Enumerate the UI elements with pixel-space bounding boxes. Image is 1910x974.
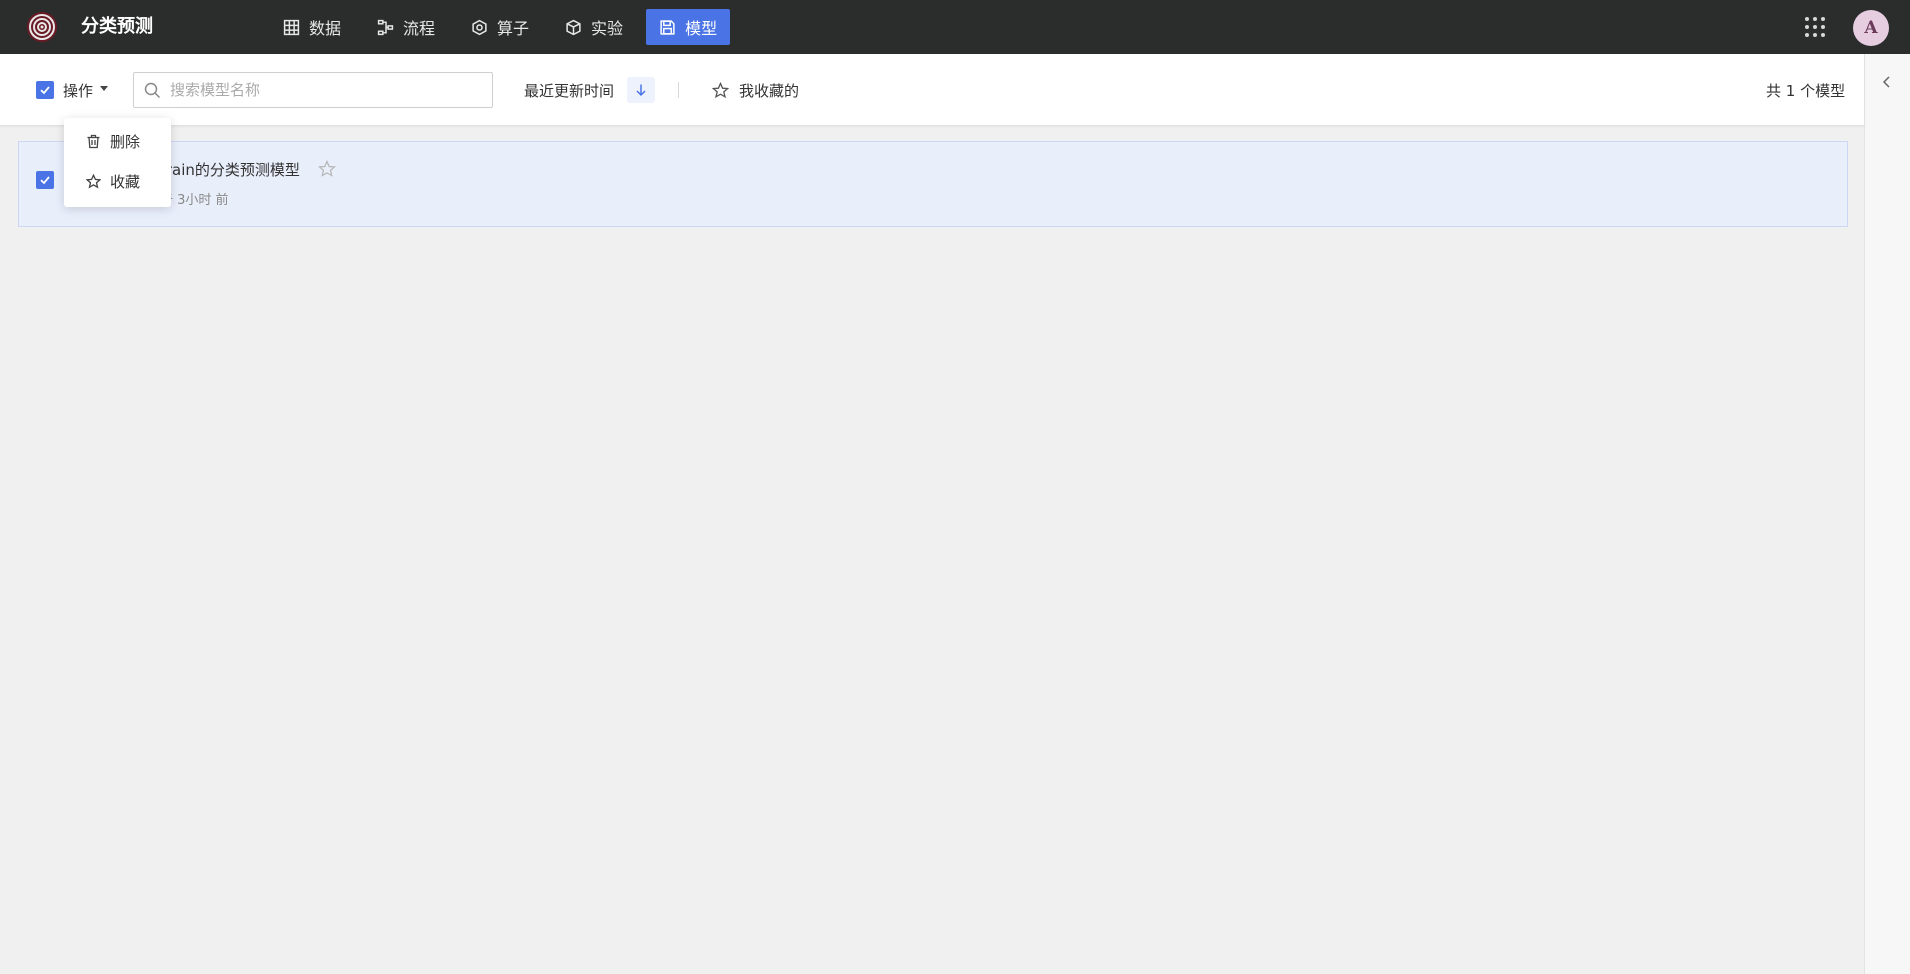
search-input[interactable] <box>170 73 488 107</box>
user-avatar[interactable]: A <box>1853 10 1889 46</box>
main-nav: 数据 流程 算子 实验 模型 <box>270 9 740 45</box>
save-icon <box>660 19 675 35</box>
menu-item-label: 删除 <box>110 132 141 151</box>
select-all-checkbox[interactable] <box>36 81 54 99</box>
model-count: 共 1 个模型 <box>1766 82 1846 100</box>
nav-item-label: 模型 <box>685 19 718 38</box>
top-navbar: 分类预测 数据 流程 算子 实验 模型 A <box>0 0 1910 54</box>
app-title: 分类预测 <box>81 16 153 37</box>
check-icon <box>40 86 50 95</box>
list-item[interactable] <box>18 141 1848 227</box>
menu-item-favorite[interactable]: 收藏 <box>64 161 171 201</box>
table-icon <box>283 19 300 35</box>
nav-item-label: 算子 <box>497 19 530 38</box>
star-icon <box>712 82 729 99</box>
operations-dropdown-menu: 删除 收藏 <box>64 118 171 207</box>
nav-item-label: 实验 <box>591 19 624 38</box>
operations-dropdown-toggle[interactable]: 操作 <box>63 80 93 101</box>
flow-icon <box>377 19 394 35</box>
caret-down-icon[interactable] <box>100 86 108 92</box>
check-icon <box>40 176 50 185</box>
star-icon <box>86 173 101 188</box>
nav-item-data[interactable]: 数据 <box>270 9 354 45</box>
trash-icon <box>87 134 100 148</box>
hexagon-icon <box>472 19 487 35</box>
menu-item-label: 收藏 <box>110 172 141 191</box>
apps-grid-icon[interactable] <box>1804 16 1826 38</box>
cube-icon <box>566 19 581 35</box>
search-box <box>133 72 493 108</box>
nav-item-operators[interactable]: 算子 <box>458 9 542 45</box>
nav-item-models[interactable]: 模型 <box>646 9 731 45</box>
app-logo-icon[interactable] <box>24 10 60 44</box>
favorites-filter-label: 我收藏的 <box>739 82 800 100</box>
favorite-star-icon[interactable] <box>318 160 336 178</box>
sort-direction-button[interactable] <box>627 77 655 103</box>
nav-item-label: 数据 <box>309 19 342 38</box>
search-icon <box>144 82 161 99</box>
nav-item-label: 流程 <box>403 19 436 38</box>
model-name[interactable]: train的分类预测模型 <box>160 159 300 180</box>
right-side-panel <box>1864 54 1910 974</box>
chevron-left-icon[interactable] <box>1880 75 1894 89</box>
nav-item-flow[interactable]: 流程 <box>364 9 448 45</box>
row-checkbox[interactable] <box>36 171 54 189</box>
toolbar-divider <box>678 82 679 98</box>
favorites-filter[interactable]: 我收藏的 <box>712 80 799 101</box>
arrow-down-icon <box>636 84 646 97</box>
sort-label[interactable]: 最近更新时间 <box>524 80 614 101</box>
menu-item-delete[interactable]: 删除 <box>64 121 171 161</box>
nav-item-experiments[interactable]: 实验 <box>552 9 636 45</box>
